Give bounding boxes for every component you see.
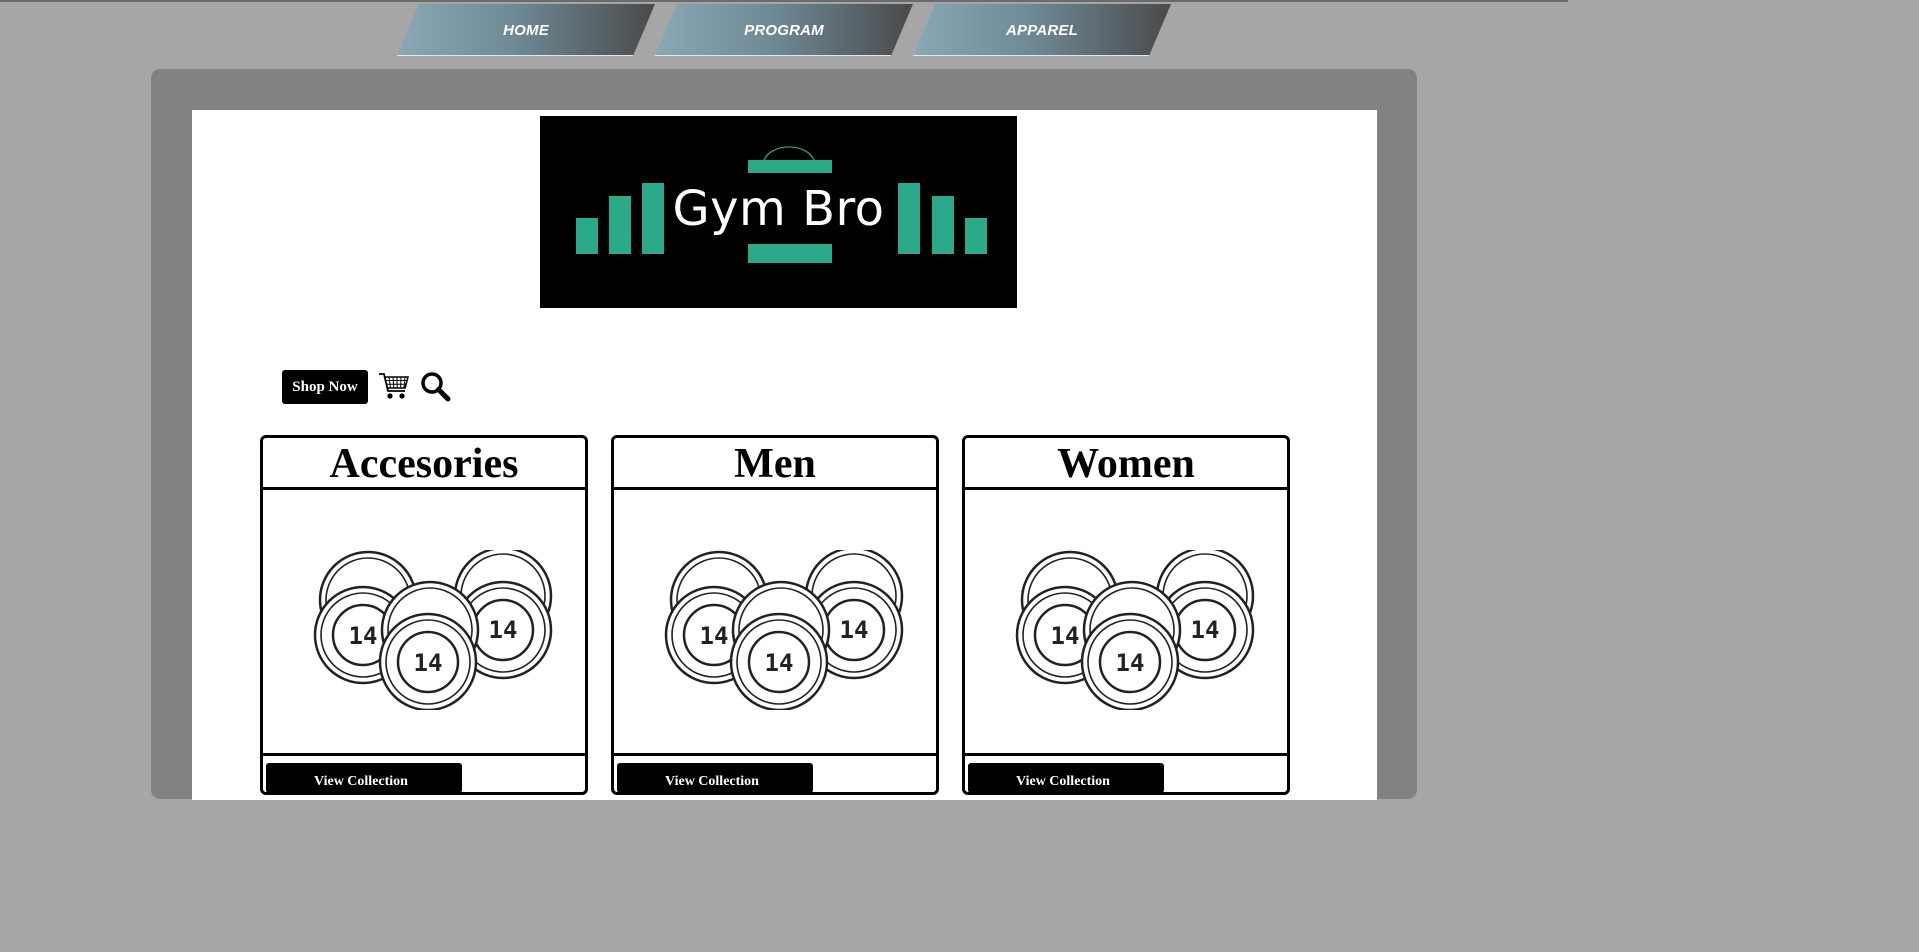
nav-tab-label: PROGRAM — [744, 21, 824, 39]
card-title: Men — [614, 438, 936, 490]
gym-bro-logo: Gym Bro — [540, 116, 1017, 308]
nav-tab-label: APPAREL — [1006, 21, 1078, 39]
view-collection-button[interactable]: View Collection — [617, 763, 813, 793]
plate-weight-label: 14 — [1051, 622, 1080, 650]
search-icon[interactable] — [419, 370, 451, 402]
weight-plates-icon: 14 14 14 — [1015, 550, 1255, 710]
plate-weight-label: 14 — [765, 649, 794, 677]
card-title: Accesories — [263, 438, 585, 490]
nav-tab-apparel[interactable]: APPAREL — [913, 4, 1171, 56]
plate-weight-label: 14 — [1191, 616, 1220, 644]
view-collection-button[interactable]: View Collection — [968, 763, 1164, 793]
plate-weight-label: 14 — [1116, 649, 1145, 677]
card-title: Women — [965, 438, 1287, 490]
nav-tab-label: HOME — [503, 21, 549, 39]
view-collection-button[interactable]: View Collection — [266, 763, 462, 793]
plate-weight-label: 14 — [489, 616, 518, 644]
weight-plates-icon: 14 14 14 — [664, 550, 904, 710]
plate-weight-label: 14 — [414, 649, 443, 677]
plate-weight-label: 14 — [700, 622, 729, 650]
weight-plates-image[interactable]: 14 14 14 — [965, 490, 1287, 756]
plate-weight-label: 14 — [840, 616, 869, 644]
logo-text: Gym Bro — [672, 181, 885, 237]
weight-plates-image[interactable]: 14 14 14 — [263, 490, 585, 756]
weight-plates-image[interactable]: 14 14 14 — [614, 490, 936, 756]
shop-now-button[interactable]: Shop Now — [282, 370, 368, 404]
cart-icon[interactable] — [378, 371, 410, 401]
category-card-accessories: Accesories 14 14 14 View Collection — [260, 435, 588, 795]
category-card-women: Women 14 14 14 View Collection — [962, 435, 1290, 795]
nav-tab-program[interactable]: PROGRAM — [655, 4, 913, 56]
plate-weight-label: 14 — [349, 622, 378, 650]
weight-plates-icon: 14 14 14 — [313, 550, 553, 710]
nav-tab-home[interactable]: HOME — [397, 4, 655, 56]
top-nav: HOME PROGRAM APPAREL — [0, 4, 1568, 56]
category-card-men: Men 14 14 14 View Collection — [611, 435, 939, 795]
